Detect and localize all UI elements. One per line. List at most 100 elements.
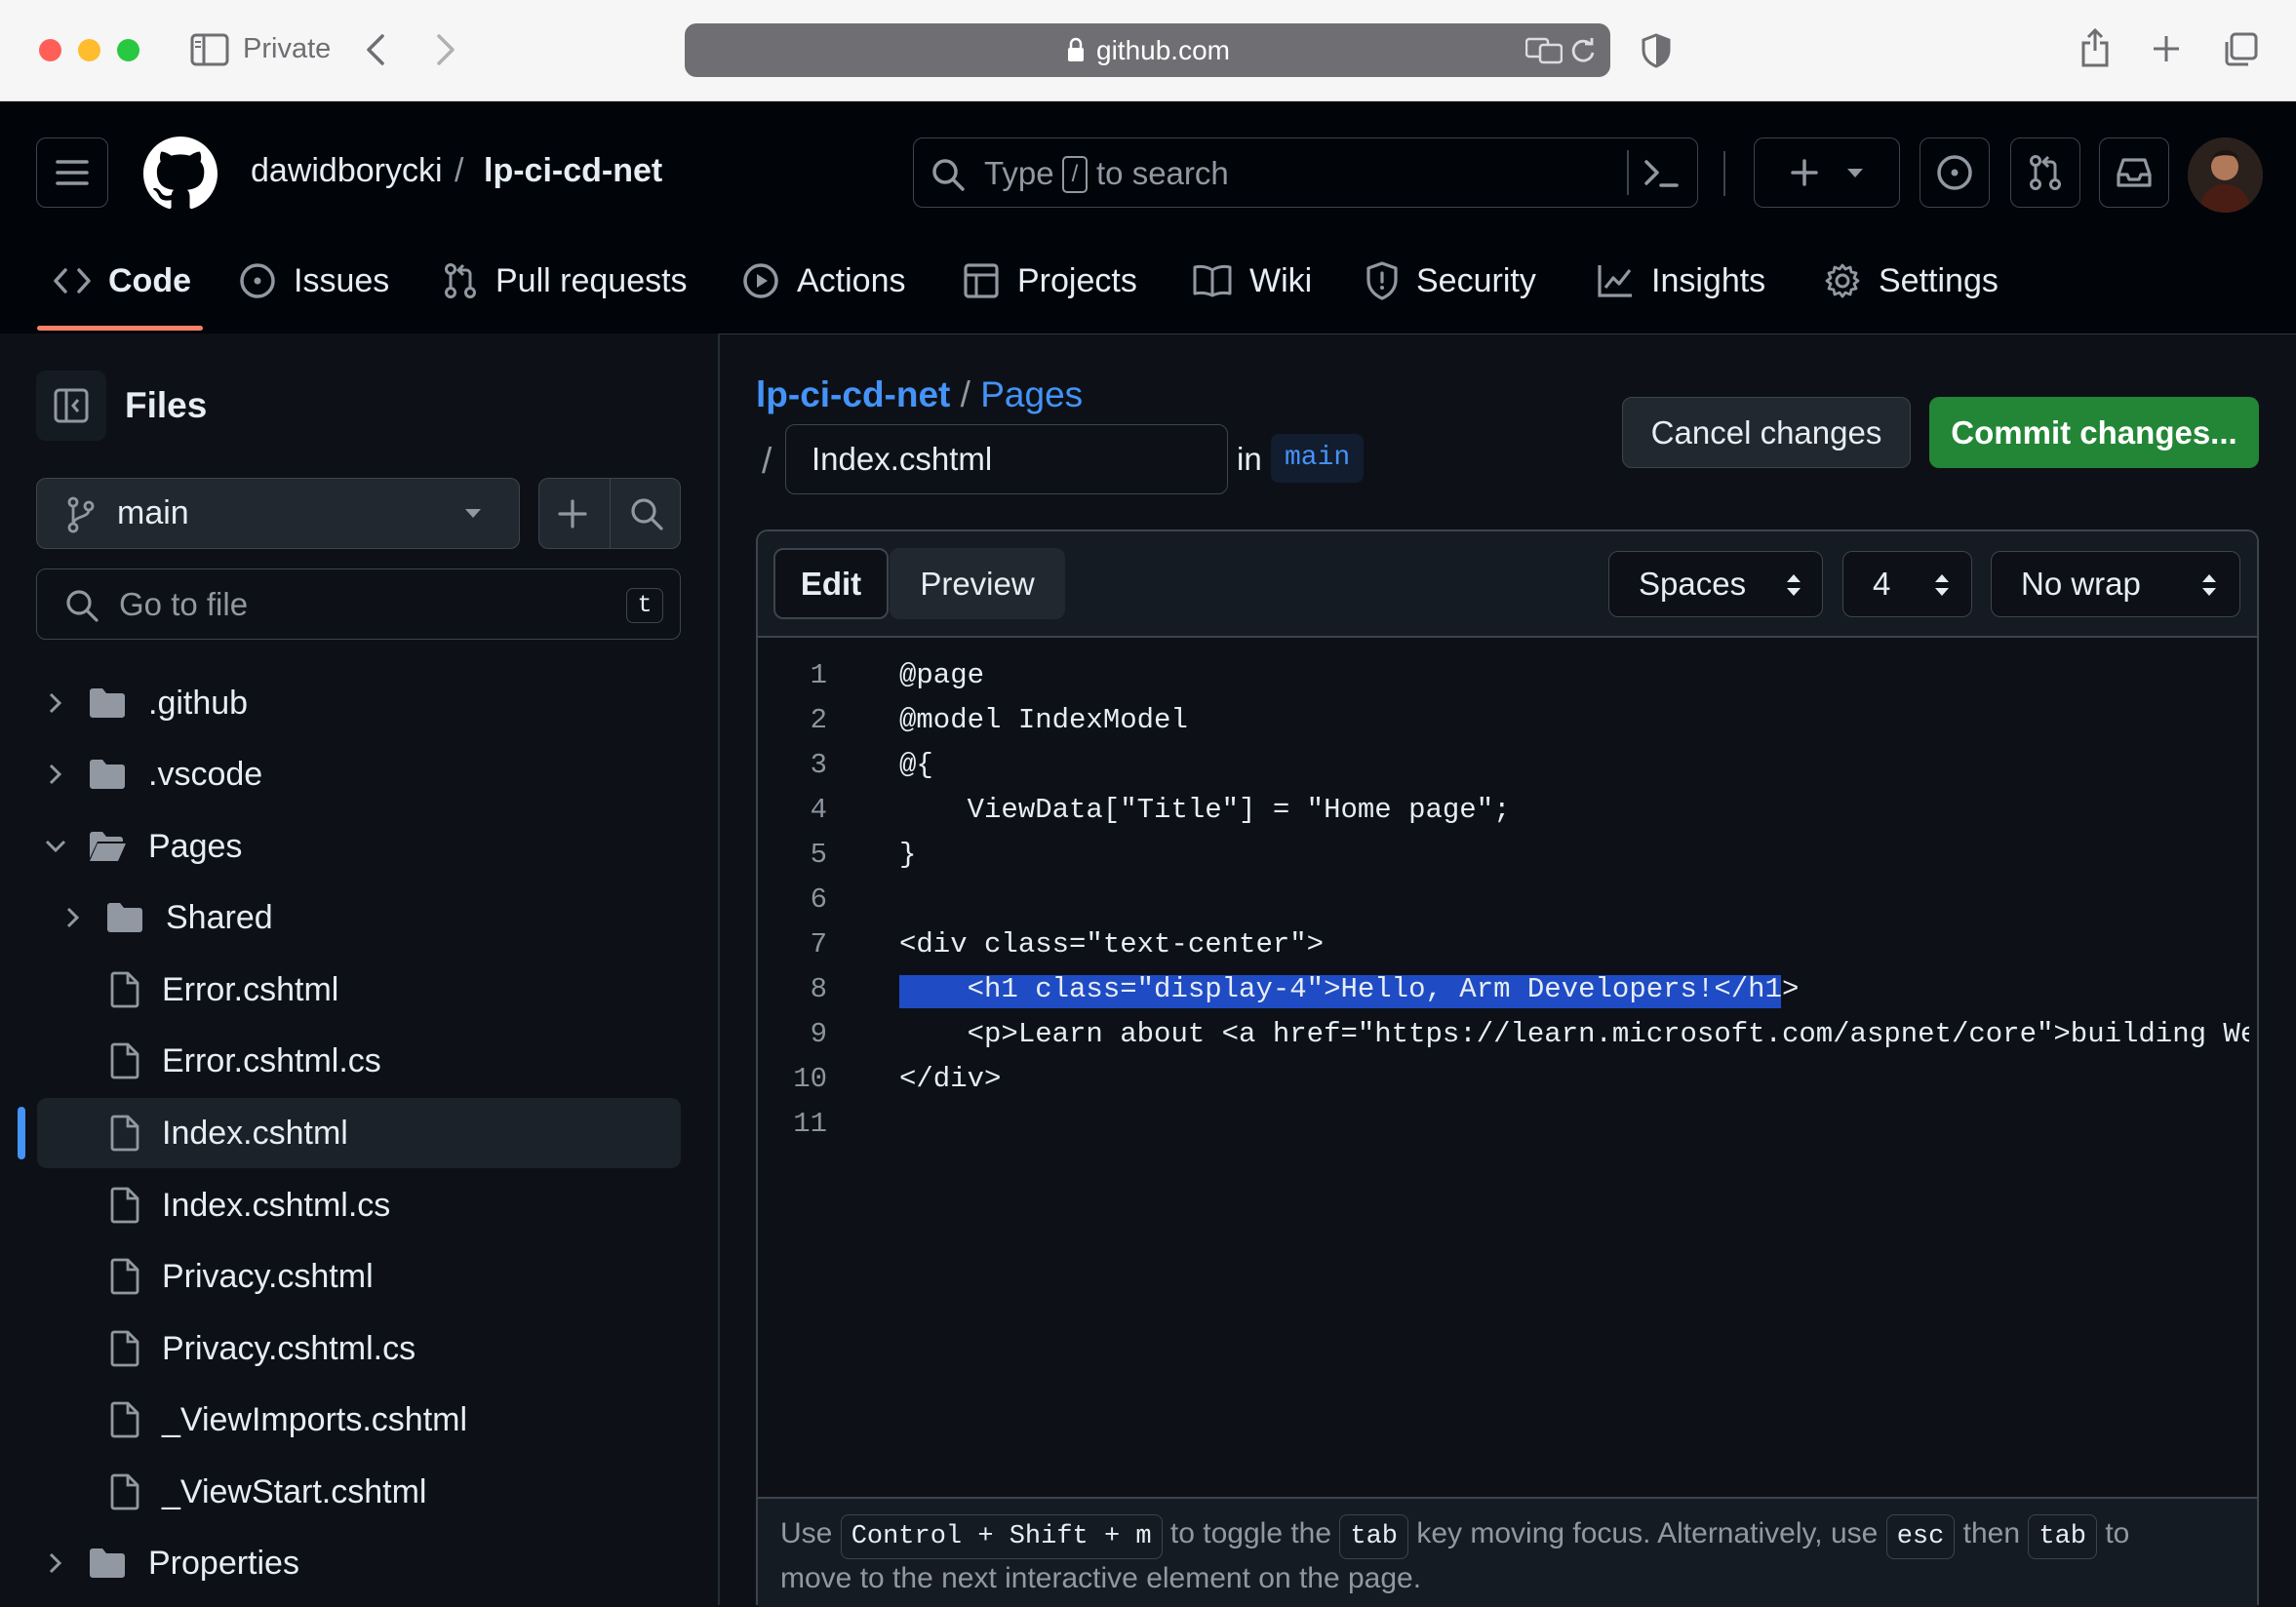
tree-item-index-cshtml[interactable]: Index.cshtml [37,1098,681,1168]
back-icon[interactable] [365,33,386,66]
tree-item-pages[interactable]: Pages [37,811,681,882]
code-line[interactable]: 1 @page [757,653,984,698]
search-placeholder-suffix: to search [1096,155,1229,191]
tree-item-viewimports[interactable]: _ViewImports.cshtml [37,1385,681,1455]
global-search-input[interactable]: Type / to search [913,137,1698,208]
repo-name-link[interactable]: lp-ci-cd-net [484,152,662,190]
button-divider [610,479,611,548]
folder-icon [105,902,144,933]
close-window-button[interactable] [39,39,61,61]
code-line[interactable]: 4 ViewData["Title"] = "Home page"; [757,788,1511,833]
forward-icon[interactable] [435,33,456,66]
editor-help-footer: Use Control + Shift + m to toggle the ta… [758,1497,2257,1607]
tab-security[interactable]: Security [1366,252,1536,310]
new-tab-icon[interactable] [2152,34,2181,63]
indent-size-select[interactable]: 4 [1842,551,1972,617]
collapse-sidebar-button[interactable] [36,371,106,441]
code-line[interactable]: 11 [757,1102,827,1147]
breadcrumb-folder-link[interactable]: Pages [980,374,1083,414]
indent-mode-select[interactable]: Spaces [1608,551,1823,617]
tree-item-privacy-cshtml[interactable]: Privacy.cshtml [37,1241,681,1312]
breadcrumb-repo-link[interactable]: lp-ci-cd-net [756,374,950,414]
plus-icon [1791,159,1818,186]
repo-owner-link[interactable]: dawidborycki [251,152,443,190]
tab-wiki-label: Wiki [1249,261,1313,299]
code-text: <div class="text-center"> [899,928,1325,960]
file-icon [109,1187,140,1224]
filename-input[interactable]: Index.cshtml [785,424,1228,494]
issue-icon [1937,155,1972,190]
tab-settings[interactable]: Settings [1824,252,1999,310]
address-bar[interactable]: github.com [685,23,1610,77]
pull-request-icon [443,262,478,299]
preview-tab[interactable]: Preview [890,548,1065,619]
zoom-window-button[interactable] [117,39,139,61]
code-line[interactable]: 9 <p>Learn about <a href="https://learn.… [757,1012,2249,1057]
tree-item-properties[interactable]: Properties [37,1528,681,1598]
folder-icon [88,759,127,790]
code-line[interactable]: 5} [757,833,917,878]
privacy-shield-icon[interactable] [1642,33,1671,68]
go-to-file-input[interactable]: Go to file t [36,568,681,640]
command-palette-icon[interactable] [1643,158,1679,189]
tab-pull-requests[interactable]: Pull requests [443,252,688,310]
code-line-highlighted[interactable]: 8 <h1 class="display-4">Hello, Arm Devel… [757,967,1800,1012]
folder-icon [88,1548,127,1579]
branch-name: main [117,494,189,531]
tab-issues[interactable]: Issues [239,252,389,310]
tab-settings-label: Settings [1879,261,1999,299]
code-line[interactable]: 3 @{ [757,743,933,788]
code-line[interactable]: 6 [757,878,827,922]
tree-item-vscode[interactable]: .vscode [37,739,681,809]
tree-item-github[interactable]: .github [37,668,681,738]
add-file-button[interactable] [557,498,588,529]
search-files-button[interactable] [629,496,664,531]
reload-icon[interactable] [1569,37,1597,64]
inbox-button[interactable] [2099,137,2169,208]
breadcrumb-separator: / [960,374,970,414]
sidebar-collapse-icon [54,388,89,423]
tab-wiki[interactable]: Wiki [1193,252,1312,310]
code-line[interactable]: 2 @model IndexModel [757,698,1188,743]
chevron-right-icon [37,763,74,786]
code-text: } [899,839,917,871]
pull-requests-shortcut-button[interactable] [2010,137,2080,208]
cancel-changes-button[interactable]: Cancel changes [1622,397,1911,468]
wrap-mode-select[interactable]: No wrap [1991,551,2240,617]
shortcut-key: Control + Shift + m [840,1514,1163,1559]
global-menu-button[interactable] [36,137,108,208]
commit-changes-button[interactable]: Commit changes... [1929,397,2259,468]
select-arrows-icon [1933,572,1951,598]
line-number: 5 [810,839,827,871]
tab-actions[interactable]: Actions [742,252,906,310]
tab-overview-icon[interactable] [2223,32,2258,67]
code-line[interactable]: 7 <div class="text-center"> [757,922,1324,967]
tree-item-privacy-cshtml-cs[interactable]: Privacy.cshtml.cs [37,1313,681,1384]
issues-shortcut-button[interactable] [1920,137,1990,208]
file-icon [109,1330,140,1367]
branch-selector[interactable]: main [36,478,520,549]
tab-code[interactable]: Code [54,252,191,310]
create-new-button[interactable] [1754,137,1900,208]
tree-item-error-cshtml[interactable]: Error.cshtml [37,955,681,1025]
indent-mode-value: Spaces [1639,566,1747,602]
translate-icon[interactable] [1525,37,1563,64]
file-icon [109,1473,140,1510]
user-avatar[interactable] [2188,137,2263,213]
tab-projects[interactable]: Projects [963,252,1137,310]
share-icon[interactable] [2080,27,2110,68]
minimize-window-button[interactable] [78,39,100,61]
tree-item-index-cshtml-cs[interactable]: Index.cshtml.cs [37,1170,681,1240]
tree-item-shared[interactable]: Shared [37,882,681,953]
chevron-down-icon [37,839,74,854]
tree-item-viewstart[interactable]: _ViewStart.cshtml [37,1457,681,1527]
github-logo-icon[interactable] [143,137,218,211]
tree-item-label: _ViewStart.cshtml [162,1472,427,1510]
tree-item-error-cshtml-cs[interactable]: Error.cshtml.cs [37,1026,681,1096]
sidebar-toggle-icon[interactable] [190,33,229,66]
code-line[interactable]: 10 </div> [757,1057,1001,1102]
caret-down-icon [1847,169,1863,177]
edit-tab[interactable]: Edit [773,548,889,619]
tab-projects-label: Projects [1017,261,1137,299]
tab-insights[interactable]: Insights [1597,252,1765,310]
